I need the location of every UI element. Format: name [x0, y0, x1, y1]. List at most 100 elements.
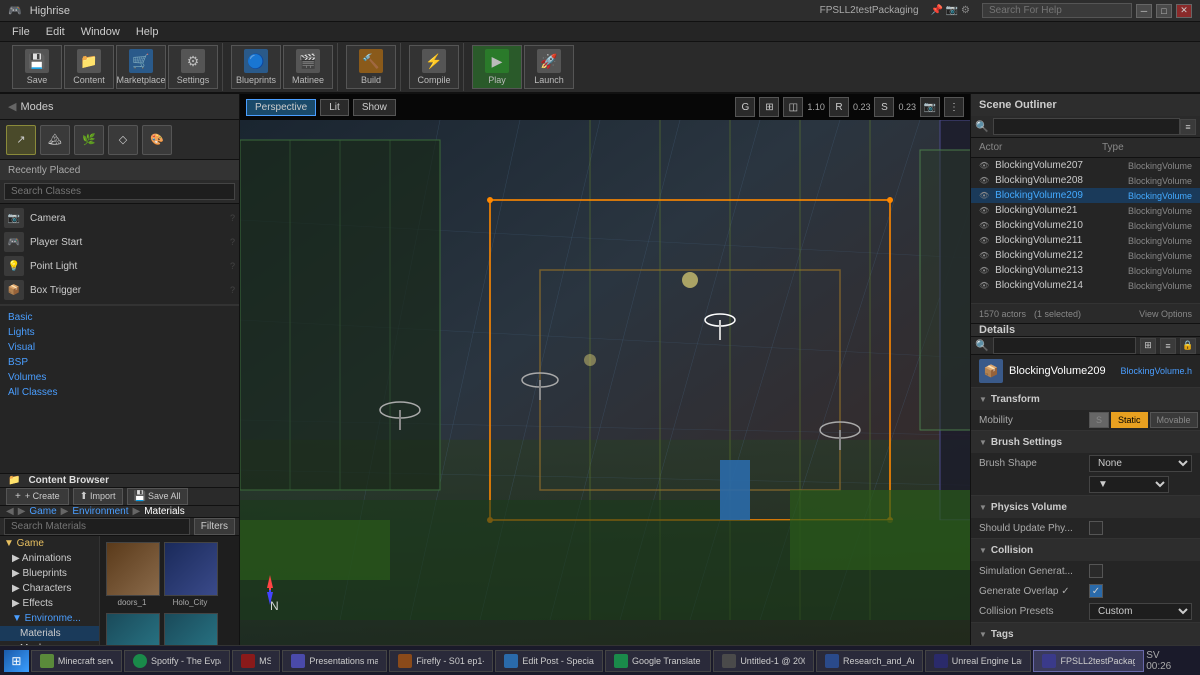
close-button[interactable]: ✕ — [1176, 4, 1192, 18]
scene-item-bv211[interactable]: 👁 BlockingVolume211 BlockingVolume — [971, 233, 1200, 248]
marketplace-button[interactable]: 🛒 Marketplace — [116, 45, 166, 89]
maximize-button[interactable]: □ — [1156, 4, 1172, 18]
brush-shape-select[interactable]: None — [1089, 455, 1192, 472]
scene-item-bv207[interactable]: 👁 BlockingVolume207 BlockingVolume — [971, 158, 1200, 173]
menu-help[interactable]: Help — [128, 22, 167, 42]
placed-item-point-light[interactable]: 💡 Point Light ? — [0, 254, 239, 278]
placed-item-player-start[interactable]: 🎮 Player Start ? — [0, 230, 239, 254]
scene-item-bv21[interactable]: 👁 BlockingVolume21 BlockingVolume — [971, 203, 1200, 218]
taskbar-fpsll2[interactable]: FPSLL2testPackagi... — [1033, 650, 1144, 672]
blueprints-button[interactable]: 🔵 Blueprints — [231, 45, 281, 89]
collision-presets-select[interactable]: Custom — [1089, 603, 1192, 620]
viewport-icon-s[interactable]: S — [874, 97, 894, 117]
mode-foliage[interactable]: 🌿 — [74, 125, 104, 155]
mode-paint[interactable]: 🎨 — [142, 125, 172, 155]
taskbar-presentations[interactable]: Presentations mat... — [282, 650, 387, 672]
mode-select[interactable]: ↗ — [6, 125, 36, 155]
scene-item-bv214[interactable]: 👁 BlockingVolume214 BlockingVolume — [971, 278, 1200, 293]
category-lights[interactable]: Lights — [8, 325, 231, 340]
tree-materials[interactable]: Materials — [0, 626, 99, 641]
scene-search-input[interactable] — [993, 118, 1180, 135]
mode-geometry[interactable]: ◇ — [108, 125, 138, 155]
viewport-perspective-btn[interactable]: Perspective — [246, 99, 316, 116]
breadcrumb-game[interactable]: Game — [29, 506, 56, 517]
viewport-lit-btn[interactable]: Lit — [320, 99, 349, 116]
nav-forward-icon[interactable]: ▶ — [18, 506, 26, 517]
start-button[interactable]: ⊞ — [4, 650, 29, 672]
details-icon-grid[interactable]: ⊞ — [1140, 338, 1156, 354]
menu-file[interactable]: File — [4, 22, 38, 42]
viewport-show-btn[interactable]: Show — [353, 99, 396, 116]
taskbar-unreal-launcher[interactable]: Unreal Engine Lau... — [925, 650, 1032, 672]
collision-section-header[interactable]: ▼ Collision — [971, 539, 1200, 561]
generate-overlap-checkbox[interactable]: ✓ — [1089, 584, 1103, 598]
taskbar-firefly[interactable]: Firefly - S01 ep1-14 — [389, 650, 493, 672]
cb-search-input[interactable] — [4, 518, 190, 535]
tree-game[interactable]: ▼ Game — [0, 536, 99, 551]
viewport-icon-r[interactable]: R — [829, 97, 849, 117]
menu-edit[interactable]: Edit — [38, 22, 73, 42]
viewport-icon-snap[interactable]: ◫ — [783, 97, 803, 117]
actor-header-link[interactable]: BlockingVolume.h — [1120, 366, 1192, 376]
tree-characters[interactable]: ▶ Characters — [0, 581, 99, 596]
placed-item-box-trigger[interactable]: 📦 Box Trigger ? — [0, 278, 239, 302]
scene-item-bv212[interactable]: 👁 BlockingVolume212 BlockingVolume — [971, 248, 1200, 263]
viewport-camera-icon[interactable]: 📷 — [920, 97, 940, 117]
view-options-scene[interactable]: View Options — [1139, 309, 1192, 319]
mode-landscape[interactable]: 🏔 — [40, 125, 70, 155]
play-button[interactable]: ▶ Play — [472, 45, 522, 89]
brush-type-select[interactable]: ▼ — [1089, 476, 1169, 493]
compile-button[interactable]: ⚡ Compile — [409, 45, 459, 89]
viewport-icon-grid[interactable]: ⊞ — [759, 97, 779, 117]
viewport-icon-g[interactable]: G — [735, 97, 755, 117]
content-button[interactable]: 📁 Content — [64, 45, 114, 89]
import-button[interactable]: ⬆ Import — [73, 488, 123, 505]
category-bsp[interactable]: BSP — [8, 355, 231, 370]
transform-section-header[interactable]: ▼ Transform — [971, 388, 1200, 410]
nav-back-icon[interactable]: ◀ — [6, 506, 14, 517]
viewport-menu-icon[interactable]: ⋮ — [944, 97, 964, 117]
breadcrumb-environment[interactable]: Environment — [72, 506, 128, 517]
taskbar-untitled[interactable]: Untitled-1 @ 200... — [713, 650, 814, 672]
save-all-button[interactable]: 💾 Save All — [127, 488, 188, 505]
details-icon-lock[interactable]: 🔒 — [1180, 338, 1196, 354]
scene-item-bv210[interactable]: 👁 BlockingVolume210 BlockingVolume — [971, 218, 1200, 233]
scene-item-bv209[interactable]: 👁 BlockingVolume209 BlockingVolume — [971, 188, 1200, 203]
menu-window[interactable]: Window — [73, 22, 128, 42]
launch-button[interactable]: 🚀 Launch — [524, 45, 574, 89]
category-volumes[interactable]: Volumes — [8, 370, 231, 385]
details-icon-list[interactable]: ≡ — [1160, 338, 1176, 354]
tags-section-header[interactable]: ▼ Tags — [971, 623, 1200, 645]
category-basic[interactable]: Basic — [8, 310, 231, 325]
static-label-btn[interactable]: Static — [1111, 412, 1148, 428]
taskbar-minecraft[interactable]: Minecraft server — [31, 650, 122, 672]
create-button[interactable]: + + Create — [6, 488, 69, 505]
help-search[interactable] — [982, 3, 1132, 18]
physics-volume-header[interactable]: ▼ Physics Volume — [971, 496, 1200, 518]
brush-settings-header[interactable]: ▼ Brush Settings — [971, 431, 1200, 453]
taskbar-msi[interactable]: MSI — [232, 650, 280, 672]
scene-item-bv208[interactable]: 👁 BlockingVolume208 BlockingVolume — [971, 173, 1200, 188]
should-update-checkbox[interactable] — [1089, 521, 1103, 535]
filters-button[interactable]: Filters — [194, 518, 235, 535]
matinee-button[interactable]: 🎬 Matinee — [283, 45, 333, 89]
taskbar-google-translate[interactable]: Google Translate -... — [605, 650, 711, 672]
save-button[interactable]: 💾 Save — [12, 45, 62, 89]
placed-item-camera[interactable]: 📷 Camera ? — [0, 206, 239, 230]
movable-btn[interactable]: Movable — [1150, 412, 1198, 428]
search-classes-input[interactable] — [4, 183, 235, 200]
simulation-gen-checkbox[interactable] — [1089, 564, 1103, 578]
taskbar-spotify[interactable]: Spotify - The Evpa... — [124, 650, 230, 672]
taskbar-editpost[interactable]: Edit Post - Speciali... — [495, 650, 603, 672]
settings-button[interactable]: ⚙ Settings — [168, 45, 218, 89]
build-button[interactable]: 🔨 Build — [346, 45, 396, 89]
tree-environment[interactable]: ▼ Environme... — [0, 611, 99, 626]
asset-holocity[interactable]: Holo_City — [162, 540, 218, 609]
tree-effects[interactable]: ▶ Effects — [0, 596, 99, 611]
category-all[interactable]: All Classes — [8, 385, 231, 400]
tree-animations[interactable]: ▶ Animations — [0, 551, 99, 566]
asset-doors1[interactable]: doors_1 — [104, 540, 160, 609]
breadcrumb-materials[interactable]: Materials — [144, 506, 185, 517]
minimize-button[interactable]: ─ — [1136, 4, 1152, 18]
category-visual[interactable]: Visual — [8, 340, 231, 355]
